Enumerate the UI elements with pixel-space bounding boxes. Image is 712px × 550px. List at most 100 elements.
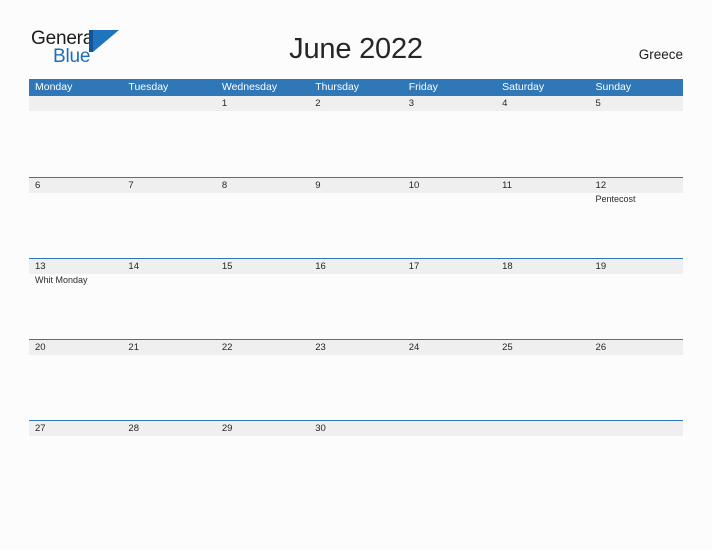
day-number [409,421,496,436]
calendar-day-cell[interactable] [29,96,122,177]
calendar-day-cell[interactable]: 11 [496,178,589,258]
day-events [409,111,496,112]
day-events [35,111,122,112]
day-number [596,421,683,436]
calendar-day-cell[interactable]: 16 [309,259,402,339]
day-events [596,436,683,437]
country-label: Greece [638,47,683,62]
calendar-day-cell[interactable] [403,421,496,501]
calendar-day-cell[interactable]: 18 [496,259,589,339]
day-events [222,274,309,275]
calendar-day-cell[interactable]: 10 [403,178,496,258]
day-events [409,274,496,275]
day-number: 21 [128,342,139,353]
day-number: 12 [595,180,607,191]
day-number: 10 [408,180,420,191]
calendar-week-row: 20 21 22 23 24 25 26 [29,339,683,420]
calendar-day-cell[interactable]: 3 [403,96,496,177]
day-number: 28 [128,423,139,434]
calendar-day-cell[interactable]: 23 [309,340,402,420]
calendar-day-cell[interactable]: 29 [216,421,309,501]
day-number: 13 [35,261,46,272]
calendar-week-row: 6 7 8 9 10 11 12 Pentecost [29,177,683,258]
day-events: Pentecost [596,193,683,205]
calendar-day-cell[interactable] [122,96,215,177]
holiday-label: Pentecost [595,194,636,204]
calendar-day-cell[interactable]: 1 [216,96,309,177]
weekday-header-monday: Monday [35,81,73,93]
day-events [128,274,215,275]
day-events [596,111,683,112]
day-number: 25 [502,342,513,353]
calendar-day-cell[interactable]: 19 [590,259,683,339]
day-events [128,355,215,356]
day-number: 8 [221,180,228,191]
day-number: 19 [595,261,607,272]
calendar-day-cell[interactable]: 26 [590,340,683,420]
weekday-header-friday: Friday [408,81,438,93]
day-events: Whit Monday [35,274,122,286]
calendar-day-cell[interactable]: 8 [216,178,309,258]
calendar-week-row: 27 28 29 30 [29,420,683,501]
weekday-header-sunday: Sunday [595,81,632,93]
calendar-day-cell[interactable]: 25 [496,340,589,420]
day-events [502,274,589,275]
day-events [596,355,683,356]
calendar-day-cell[interactable]: 5 [590,96,683,177]
calendar-day-cell[interactable]: 2 [309,96,402,177]
calendar-day-cell[interactable]: 27 [29,421,122,501]
calendar-day-cell[interactable]: 7 [122,178,215,258]
day-number [128,96,215,111]
calendar-day-cell[interactable]: 30 [309,421,402,501]
day-number: 7 [128,180,134,191]
calendar-day-cell[interactable]: 24 [403,340,496,420]
calendar-day-cell[interactable] [496,421,589,501]
weekday-header-tuesday: Tuesday [128,81,169,93]
day-events [222,111,309,112]
weekday-header-thursday: Thursday [315,81,360,93]
day-number [502,421,589,436]
day-events [222,355,309,356]
day-events [409,436,496,437]
day-events [502,193,589,194]
calendar-day-cell[interactable]: 20 [29,340,122,420]
calendar-day-cell[interactable]: 12 Pentecost [590,178,683,258]
day-number: 26 [595,342,607,353]
day-events [128,436,215,437]
day-events [502,355,589,356]
calendar-day-cell[interactable]: 6 [29,178,122,258]
day-number: 27 [35,423,46,434]
day-events [35,355,122,356]
day-events [596,274,683,275]
calendar-day-cell[interactable]: 4 [496,96,589,177]
day-events [409,355,496,356]
day-events [222,193,309,194]
day-events [128,193,215,194]
day-number: 23 [315,342,326,353]
day-events [315,436,402,437]
calendar-day-cell[interactable]: 21 [122,340,215,420]
day-number: 16 [315,261,326,272]
day-events [502,111,589,112]
day-number: 30 [315,423,326,434]
weekday-header-row: Monday Tuesday Wednesday Thursday Friday… [29,79,683,96]
day-events [502,436,589,437]
calendar-day-cell[interactable]: 14 [122,259,215,339]
day-events [222,436,309,437]
day-number: 5 [595,98,601,109]
day-events [315,355,402,356]
calendar-day-cell[interactable]: 15 [216,259,309,339]
calendar-day-cell[interactable]: 13 Whit Monday [29,259,122,339]
calendar-day-cell[interactable]: 28 [122,421,215,501]
day-number: 22 [221,342,233,353]
day-events [128,111,215,112]
calendar-day-cell[interactable] [590,421,683,501]
calendar-day-cell[interactable]: 22 [216,340,309,420]
calendar-day-cell[interactable]: 9 [309,178,402,258]
day-number: 6 [35,180,41,191]
day-number: 3 [408,98,414,109]
day-number: 2 [315,98,321,109]
calendar-day-cell[interactable]: 17 [403,259,496,339]
weekday-header-wednesday: Wednesday [221,81,278,93]
weekday-header-saturday: Saturday [502,81,545,93]
